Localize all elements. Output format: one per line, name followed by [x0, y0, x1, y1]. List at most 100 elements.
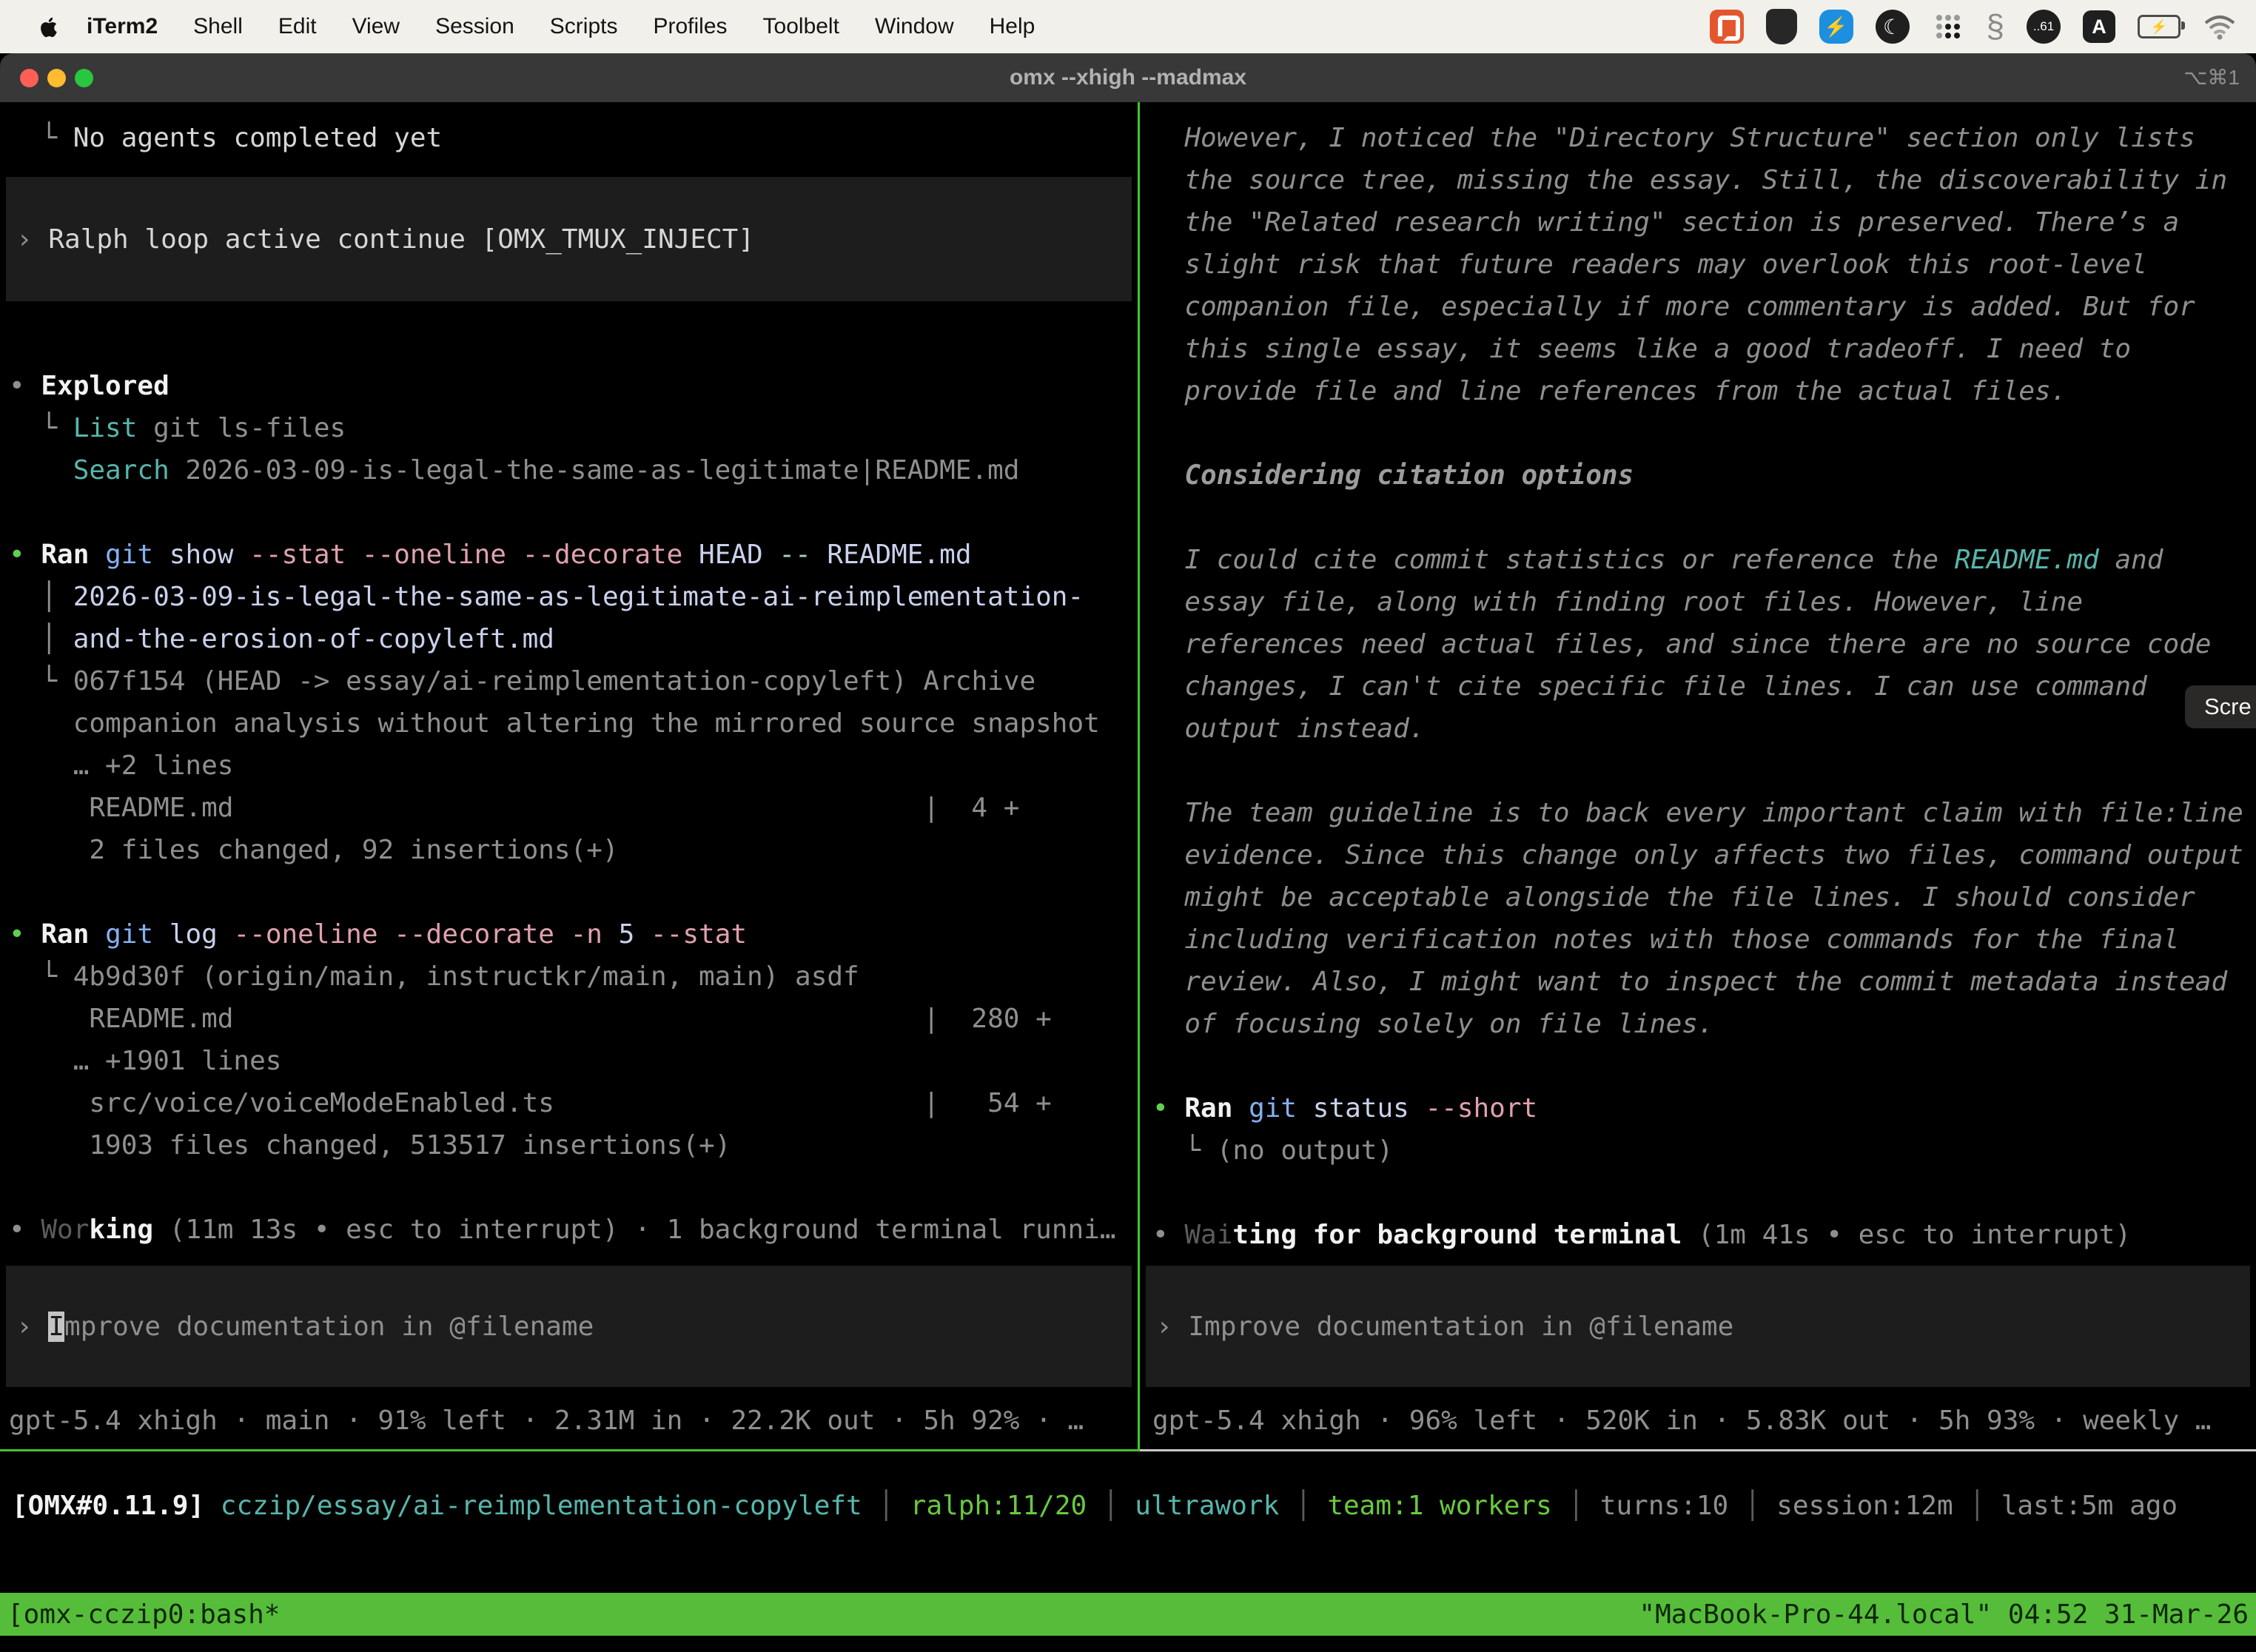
- terminal-line: … +2 lines: [0, 745, 1138, 787]
- text-segment: │: [1552, 1491, 1600, 1521]
- terminal-line: However, I noticed the "Directory Struct…: [1140, 117, 2256, 159]
- right-pane: However, I noticed the "Directory Struct…: [1140, 102, 2256, 1449]
- terminal-line: I could cite commit statistics or refere…: [1140, 539, 2256, 581]
- text-segment: README.md | 4 +: [9, 793, 1019, 823]
- text-segment: Improve documentation in @filename: [1188, 1312, 1733, 1342]
- text-segment: essay file, along with finding root file…: [1152, 587, 2083, 617]
- text-segment: •: [9, 540, 41, 570]
- window-title-bar[interactable]: omx --xhigh --madmax ⌥⌘1: [0, 53, 2256, 104]
- wifi-icon[interactable]: [2203, 13, 2237, 40]
- terminal: └ No agents completed yet › Ralph loop ac…: [0, 102, 2256, 1449]
- text-segment: might be acceptable alongside the file l…: [1152, 882, 2195, 913]
- terminal-line: this single essay, it seems like a good …: [1140, 328, 2256, 370]
- text-segment: git: [1249, 1093, 1313, 1124]
- menu-item-session[interactable]: Session: [417, 14, 532, 39]
- terminal-line: [1140, 1172, 2256, 1214]
- text-segment: └: [9, 666, 73, 696]
- menu-item-profiles[interactable]: Profiles: [635, 14, 745, 39]
- text-segment: │: [1953, 1491, 2001, 1521]
- menu-item-window[interactable]: Window: [857, 14, 972, 39]
- terminal-line: essay file, along with finding root file…: [1140, 581, 2256, 623]
- menu-bar: iTerm2 Shell Edit View Session Scripts P…: [0, 0, 2256, 53]
- apple-menu[interactable]: [38, 16, 58, 38]
- text-segment: Ran: [41, 540, 105, 570]
- text-segment: •: [1152, 1220, 1184, 1250]
- text-segment: last:5m ago: [2001, 1491, 2178, 1521]
- right-pane-status-line: gpt-5.4 xhigh · 96% left · 520K in · 5.8…: [1152, 1403, 2253, 1439]
- terminal-line: └ 067f154 (HEAD -> essay/ai-reimplementa…: [0, 660, 1138, 702]
- text-segment: Explored: [41, 371, 169, 401]
- terminal-line: Search 2026-03-09-is-legal-the-same-as-l…: [0, 449, 1138, 491]
- prompt-input-right[interactable]: › Improve documentation in @filename: [1146, 1266, 2250, 1387]
- battery-icon[interactable]: ⚡: [2138, 15, 2181, 38]
- text-segment: └: [9, 961, 73, 992]
- shield-grid-icon[interactable]: [1766, 9, 1797, 44]
- text-segment: •: [1152, 1093, 1184, 1124]
- terminal-line: including verification notes with those …: [1140, 919, 2256, 961]
- terminal-line: • Explored: [0, 365, 1138, 407]
- terminal-line: provide file and line references from th…: [1140, 370, 2256, 412]
- text-segment: ralph:11/20: [910, 1491, 1087, 1521]
- menu-item-toolbelt[interactable]: Toolbelt: [745, 14, 857, 39]
- crescent-icon[interactable]: ☾: [1876, 10, 1910, 44]
- terminal-line: companion analysis without altering the …: [0, 702, 1138, 745]
- screen-share-overlay[interactable]: Scre: [2185, 685, 2256, 728]
- menu-item-iterm2[interactable]: iTerm2: [58, 14, 175, 39]
- keyboard-a-icon[interactable]: A: [2083, 10, 2115, 43]
- terminal-line: [1140, 750, 2256, 792]
- text-segment: I: [48, 1312, 64, 1342]
- text-segment: king: [89, 1215, 153, 1245]
- right-pane-bottom-border: [1140, 1449, 2256, 1451]
- menu-item-scripts[interactable]: Scripts: [532, 14, 636, 39]
- left-pane-scrollback: └ No agents completed yet › Ralph loop ac…: [0, 102, 1138, 1251]
- text-segment: including verification notes with those …: [1152, 924, 2179, 955]
- menu-item-edit[interactable]: Edit: [261, 14, 335, 39]
- text-segment: [9, 455, 73, 486]
- menu-item-help[interactable]: Help: [972, 14, 1053, 39]
- text-segment: status: [1313, 1093, 1426, 1124]
- terminal-line: 1903 files changed, 513517 insertions(+): [0, 1124, 1138, 1166]
- blue-bolt-icon[interactable]: ⚡: [1819, 10, 1853, 44]
- text-segment: mprove documentation in @filename: [64, 1312, 594, 1342]
- text-segment: └: [9, 123, 73, 153]
- squiggle-icon[interactable]: §: [1987, 10, 2004, 43]
- prompt-input-left[interactable]: › Improve documentation in @filename: [6, 1266, 1132, 1387]
- text-segment: •: [9, 919, 41, 950]
- terminal-line: The team guideline is to back every impo…: [1140, 792, 2256, 834]
- menu-item-view[interactable]: View: [335, 14, 417, 39]
- terminal-line: src/voice/voiceModeEnabled.ts | 54 +: [0, 1082, 1138, 1124]
- menu-item-shell[interactable]: Shell: [175, 14, 261, 39]
- text-segment: (no output): [1217, 1135, 1393, 1166]
- text-segment: README.md | 280 +: [9, 1004, 1052, 1034]
- terminal-line: slight risk that future readers may over…: [1140, 244, 2256, 286]
- text-segment: team:1 workers: [1327, 1491, 1551, 1521]
- dots-grid-icon[interactable]: [1932, 10, 1964, 43]
- apple-icon: [38, 16, 58, 38]
- ralph-loop-banner[interactable]: › Ralph loop active continue [OMX_TMUX_I…: [6, 177, 1132, 301]
- tmux-host-time: "MacBook-Pro-44.local" 04:52 31-Mar-26: [1639, 1599, 2249, 1630]
- terminal-line: changes, I can't cite specific file line…: [1140, 665, 2256, 708]
- left-pane: └ No agents completed yet › Ralph loop ac…: [0, 102, 1138, 1449]
- text-segment: and: [2099, 545, 2163, 575]
- text-segment: The team guideline is to back every impo…: [1152, 798, 2243, 828]
- text-segment: Ran: [41, 919, 105, 950]
- terminal-line: • Working (11m 13s • esc to interrupt) ·…: [0, 1209, 1138, 1251]
- text-segment: --stat: [651, 919, 747, 950]
- terminal-line: └ (no output): [1140, 1129, 2256, 1172]
- text-segment: changes, I can't cite specific file line…: [1152, 671, 2147, 702]
- text-segment: ›: [1156, 1312, 1188, 1342]
- terminal-line: • Waiting for background terminal (1m 41…: [1140, 1214, 2256, 1256]
- text-segment: src/voice/voiceModeEnabled.ts | 54 +: [9, 1088, 1052, 1118]
- tmux-session-name[interactable]: [omx-cczip0:bash*: [7, 1599, 280, 1630]
- badge-61-icon[interactable]: ..61: [2027, 10, 2061, 44]
- text-segment: ting for background terminal: [1232, 1220, 1682, 1250]
- left-pane-bottom-border: [0, 1449, 1138, 1451]
- text-segment: of focusing solely on file lines.: [1152, 1009, 1714, 1039]
- terminal-line: └ No agents completed yet: [0, 117, 1138, 159]
- text-segment: 2026-03-09-is-legal-the-same-as-legitima…: [73, 582, 1084, 612]
- window-title: omx --xhigh --madmax: [0, 53, 2256, 102]
- terminal-line: │ 2026-03-09-is-legal-the-same-as-legiti…: [0, 576, 1138, 618]
- right-pane-scrollback: However, I noticed the "Directory Struct…: [1140, 102, 2256, 1256]
- chat-app-icon[interactable]: [1710, 10, 1744, 44]
- text-segment: the source tree, missing the essay. Stil…: [1152, 165, 2227, 195]
